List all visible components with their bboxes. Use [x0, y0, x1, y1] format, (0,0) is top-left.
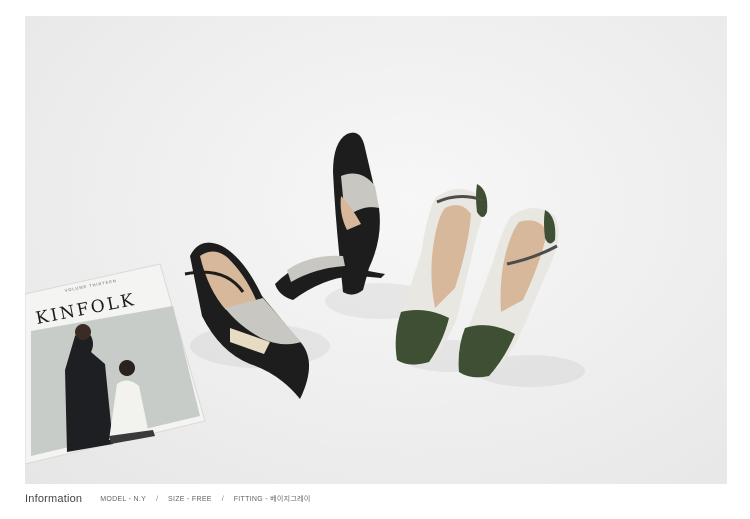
info-fitting: FITTING - 베이지그레이: [233, 496, 311, 503]
info-title: Information: [25, 493, 83, 505]
info-size: SIZE - FREE: [168, 495, 212, 503]
shoe-black-center: [275, 132, 385, 300]
info-bar: Information MODEL - N.Y / SIZE - FREE / …: [25, 488, 727, 510]
photo-illustration: KINFOLK VOLUME THIRTEEN: [25, 132, 585, 465]
shoe-black-left: [184, 242, 310, 399]
product-photo: KINFOLK VOLUME THIRTEEN: [25, 16, 727, 484]
info-separator: /: [156, 495, 159, 503]
info-separator: /: [221, 495, 224, 503]
info-model: MODEL - N.Y: [100, 495, 147, 503]
